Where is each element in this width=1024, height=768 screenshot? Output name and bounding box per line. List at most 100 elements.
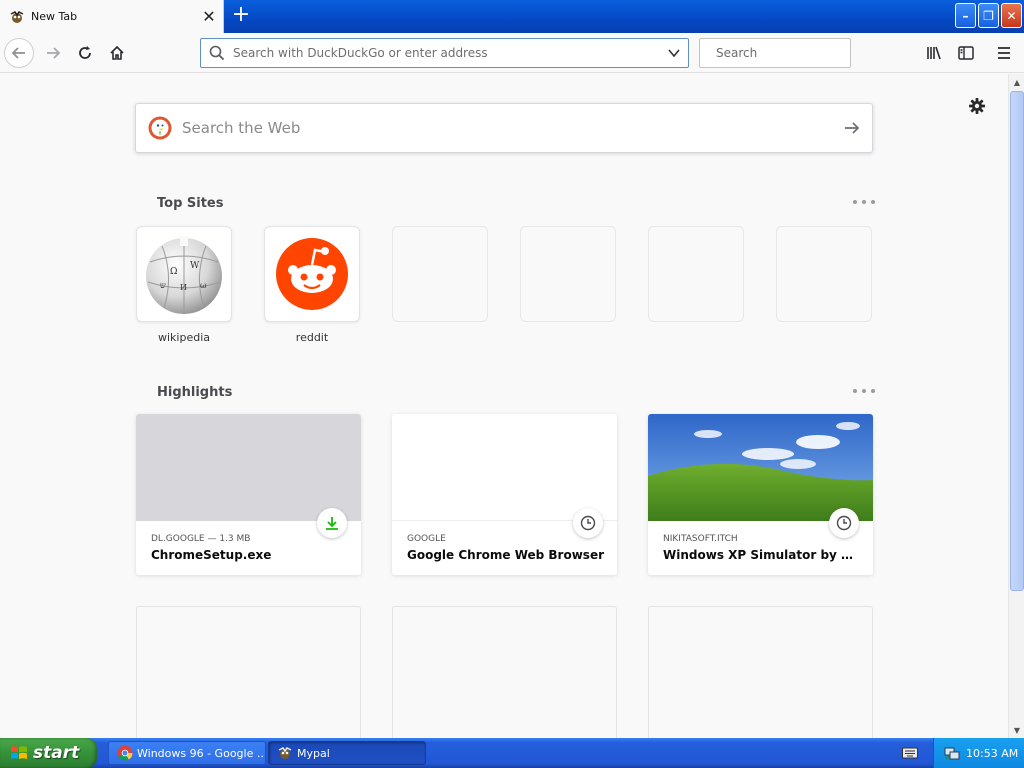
vertical-scrollbar[interactable]: ▲ ▼ bbox=[1008, 74, 1024, 738]
search-bar[interactable] bbox=[699, 38, 866, 68]
search-icon bbox=[209, 45, 225, 61]
taskbar-item-label: Windows 96 - Google ... bbox=[137, 746, 266, 760]
top-site-label[interactable]: reddit bbox=[264, 331, 360, 344]
urlbar-dropdown-button[interactable] bbox=[660, 39, 688, 67]
highlight-placeholder bbox=[392, 606, 617, 738]
wikipedia-logo-icon: Ω W И ש ω bbox=[146, 236, 222, 314]
dot bbox=[871, 200, 875, 204]
tab-title: New Tab bbox=[31, 10, 78, 23]
highlight-placeholder bbox=[136, 606, 361, 738]
bliss-wallpaper-image bbox=[648, 414, 873, 521]
top-sites-more-button[interactable] bbox=[853, 195, 875, 209]
highlight-placeholder bbox=[648, 606, 873, 738]
highlight-thumbnail bbox=[648, 414, 873, 521]
close-window-button[interactable]: ✕ bbox=[1001, 3, 1022, 28]
highlight-source: NIKITASOFT.ITCH bbox=[663, 534, 738, 544]
svg-text:И: И bbox=[180, 283, 187, 292]
highlight-card[interactable]: GOOGLE Google Chrome Web Browser bbox=[392, 414, 617, 575]
dot bbox=[862, 389, 866, 393]
reddit-logo-icon bbox=[276, 238, 348, 310]
reload-icon bbox=[79, 46, 91, 59]
highlight-card[interactable]: NIKITASOFT.ITCH Windows XP Simulator by … bbox=[648, 414, 873, 575]
keyboard-icon[interactable] bbox=[902, 746, 918, 760]
scroll-up-arrow-icon[interactable]: ▲ bbox=[1009, 74, 1024, 90]
windows-logo-icon bbox=[11, 746, 27, 759]
reload-button[interactable] bbox=[70, 38, 100, 68]
svg-text:Ω: Ω bbox=[170, 267, 177, 277]
network-icon[interactable] bbox=[944, 745, 960, 761]
highlight-badge bbox=[573, 508, 603, 538]
home-icon bbox=[110, 45, 124, 60]
mypal-icon bbox=[278, 747, 292, 759]
top-site-label[interactable]: wikipedia bbox=[136, 331, 232, 344]
scroll-down-arrow-icon[interactable]: ▼ bbox=[1009, 722, 1024, 738]
taskbar-item-chrome[interactable]: Windows 96 - Google ... bbox=[108, 741, 266, 765]
back-arrow-icon bbox=[11, 47, 25, 59]
top-site-empty[interactable] bbox=[520, 226, 616, 322]
taskbar-item-mypal[interactable]: Mypal bbox=[268, 741, 426, 765]
clock-icon bbox=[836, 515, 852, 531]
taskbar: start Windows 96 - Google ... Mypal 10:5… bbox=[0, 738, 1024, 768]
chevron-down-icon bbox=[668, 49, 680, 58]
customize-button[interactable] bbox=[964, 93, 990, 119]
web-search-input[interactable] bbox=[182, 119, 832, 137]
restore-button[interactable]: ❐ bbox=[978, 3, 999, 28]
search-input[interactable] bbox=[716, 46, 866, 60]
address-input[interactable] bbox=[233, 46, 660, 60]
top-site-empty[interactable] bbox=[392, 226, 488, 322]
system-tray: 10:53 AM bbox=[933, 738, 1024, 768]
tab-new-tab[interactable]: New Tab ✕ bbox=[0, 0, 224, 33]
back-button[interactable] bbox=[4, 38, 34, 68]
scrollbar-thumb[interactable] bbox=[1010, 91, 1024, 591]
tab-close-icon[interactable]: ✕ bbox=[195, 3, 223, 31]
address-bar[interactable] bbox=[200, 38, 689, 68]
new-tab-button[interactable]: + bbox=[228, 3, 254, 29]
hamburger-menu-icon bbox=[998, 47, 1010, 59]
dot bbox=[853, 389, 857, 393]
forward-button[interactable] bbox=[38, 38, 68, 68]
home-button[interactable] bbox=[102, 38, 132, 68]
dot bbox=[871, 389, 875, 393]
library-button[interactable] bbox=[919, 38, 949, 68]
gear-icon bbox=[969, 98, 985, 114]
minimize-button[interactable]: – bbox=[955, 3, 976, 28]
top-site-empty[interactable] bbox=[648, 226, 744, 322]
sidebar-toggle-button[interactable] bbox=[951, 38, 981, 68]
highlight-source: DL.GOOGLE — 1.3 MB bbox=[151, 534, 251, 544]
web-search-box[interactable] bbox=[135, 103, 873, 153]
forward-arrow-icon bbox=[47, 47, 61, 59]
highlight-thumbnail bbox=[392, 414, 617, 521]
download-icon bbox=[326, 517, 338, 530]
duckduckgo-logo-icon bbox=[148, 116, 172, 140]
highlight-badge bbox=[829, 508, 859, 538]
top-site-empty[interactable] bbox=[776, 226, 872, 322]
taskbar-item-label: Mypal bbox=[297, 746, 330, 760]
top-site-reddit[interactable] bbox=[264, 226, 360, 322]
svg-text:ש: ש bbox=[160, 281, 166, 290]
top-sites-heading: Top Sites bbox=[157, 196, 224, 211]
highlight-thumbnail bbox=[136, 414, 361, 521]
arrow-right-icon bbox=[845, 122, 860, 134]
dot bbox=[853, 200, 857, 204]
highlight-card[interactable]: DL.GOOGLE — 1.3 MB ChromeSetup.exe bbox=[136, 414, 361, 575]
menu-button[interactable] bbox=[989, 38, 1019, 68]
highlights-more-button[interactable] bbox=[853, 384, 875, 398]
navigation-toolbar bbox=[0, 33, 1024, 73]
library-icon bbox=[927, 46, 941, 60]
start-button[interactable]: start bbox=[0, 738, 97, 768]
highlight-title: Google Chrome Web Browser bbox=[407, 548, 604, 562]
chrome-icon bbox=[117, 745, 133, 761]
title-bar: New Tab ✕ + – ❐ ✕ bbox=[0, 0, 1024, 33]
clock-icon bbox=[580, 515, 596, 531]
highlight-title: ChromeSetup.exe bbox=[151, 548, 272, 562]
highlight-source: GOOGLE bbox=[407, 534, 446, 544]
start-label: start bbox=[33, 743, 80, 763]
clock[interactable]: 10:53 AM bbox=[966, 747, 1018, 760]
web-search-submit-button[interactable] bbox=[832, 108, 872, 148]
sidebar-icon bbox=[958, 46, 974, 60]
highlight-title: Windows XP Simulator by Nikita... bbox=[663, 548, 863, 562]
window-controls: – ❐ ✕ bbox=[955, 3, 1022, 28]
new-tab-page: Top Sites Ω W И ש ω wikipedia bbox=[0, 74, 1008, 738]
top-site-wikipedia[interactable]: Ω W И ש ω bbox=[136, 226, 232, 322]
mypal-icon bbox=[10, 10, 24, 23]
